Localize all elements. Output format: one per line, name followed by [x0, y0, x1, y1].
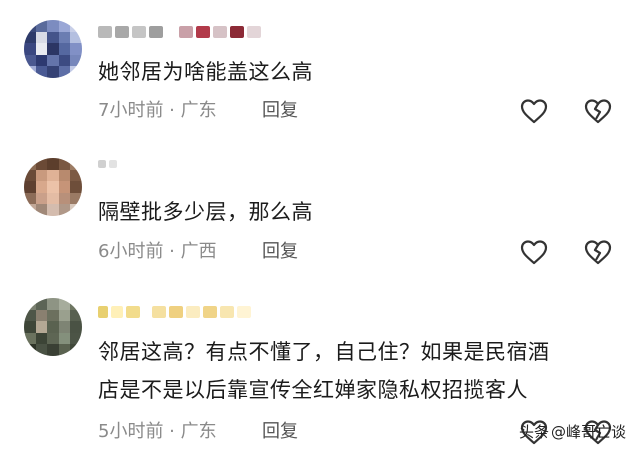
- username-blurred[interactable]: [98, 156, 117, 172]
- comment-text: 隔壁批多少层，那么高: [98, 200, 313, 224]
- avatar[interactable]: [24, 20, 82, 78]
- comment-text: 她邻居为啥能盖这么高: [98, 60, 313, 84]
- username-blurred[interactable]: [98, 304, 251, 320]
- comment-item: 她邻居为啥能盖这么高 7小时前 · 广东 回复: [0, 0, 640, 140]
- heart-outline-icon[interactable]: [520, 239, 548, 265]
- comment-item: 隔壁批多少层，那么高 6小时前 · 广西 回复: [0, 140, 640, 280]
- heart-outline-icon[interactable]: [520, 98, 548, 124]
- avatar[interactable]: [24, 298, 82, 356]
- username-blurred[interactable]: [98, 24, 261, 40]
- comment-meta: 7小时前 · 广东: [98, 100, 217, 121]
- watermark-source: 头条: [518, 423, 549, 441]
- broken-heart-icon[interactable]: [584, 239, 612, 265]
- watermark-handle: @峰哥亡谈: [550, 423, 626, 441]
- reply-button[interactable]: 回复: [262, 241, 298, 263]
- watermark: 头条 @峰哥亡谈: [519, 421, 626, 442]
- reply-button[interactable]: 回复: [262, 100, 298, 122]
- comment-text-line1: 邻居这高？有点不懂了，自己住？如果是民宿酒: [98, 340, 550, 364]
- avatar[interactable]: [24, 158, 82, 216]
- broken-heart-icon[interactable]: [584, 98, 612, 124]
- comment-meta: 6小时前 · 广西: [98, 241, 217, 262]
- reply-button[interactable]: 回复: [262, 421, 298, 443]
- comment-text-line2: 店是不是以后靠宣传全红婵家隐私权招揽客人: [98, 378, 528, 402]
- comment-meta: 5小时前 · 广东: [98, 421, 217, 442]
